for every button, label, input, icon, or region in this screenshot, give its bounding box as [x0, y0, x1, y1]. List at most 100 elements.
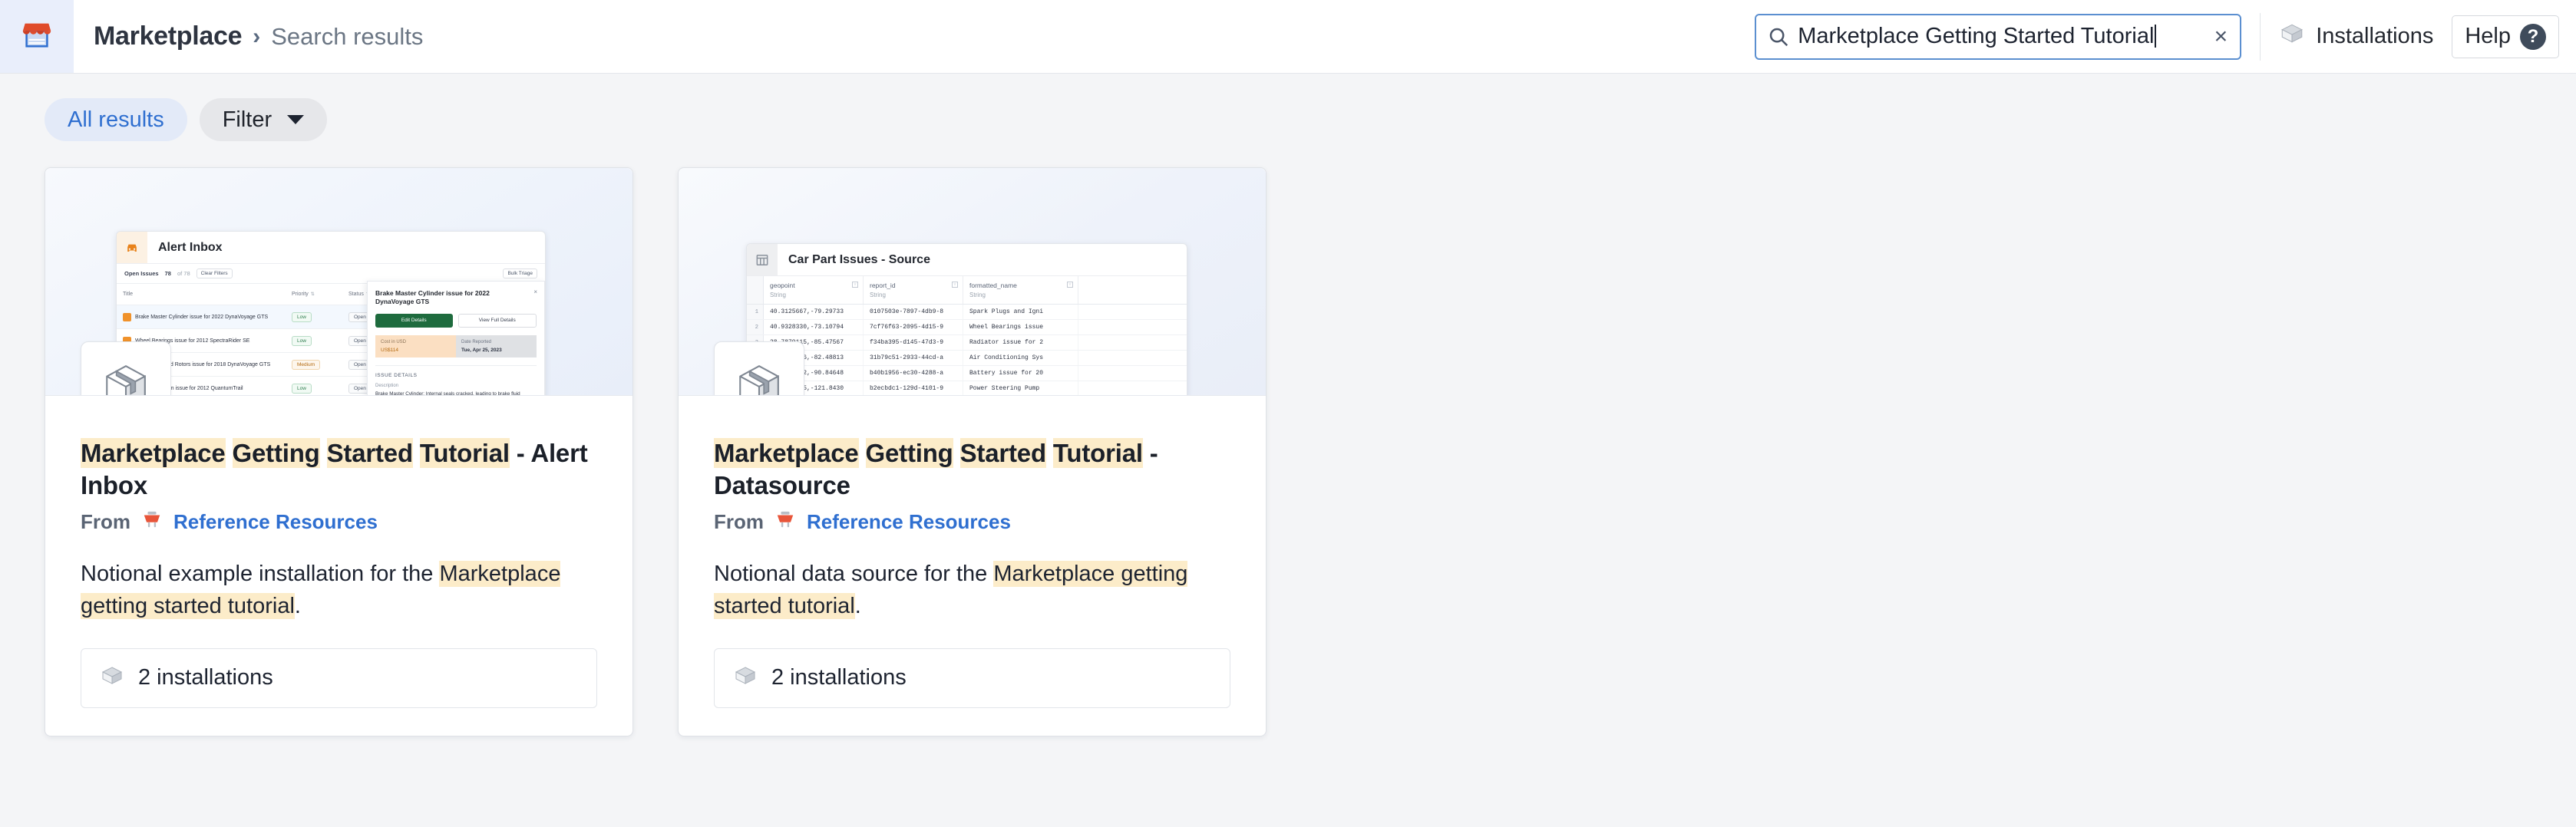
priority-badge: Medium	[292, 359, 321, 370]
clear-search-icon[interactable]: ×	[2207, 25, 2228, 48]
preview-app-title: Alert Inbox	[158, 240, 223, 254]
result-title[interactable]: Marketplace Getting Started Tutorial - A…	[81, 437, 597, 502]
title-highlight: Getting	[232, 438, 320, 468]
header-divider	[2260, 12, 2261, 61]
desc-suffix: .	[294, 593, 301, 618]
from-label: From	[714, 510, 764, 534]
installations-count: 2 installations	[771, 665, 907, 690]
package-icon	[100, 664, 124, 692]
card-thumbnail: Car Part Issues - Source geopoint String…	[679, 168, 1266, 396]
table-row: 5 30.4688542,-90.84648 b40b1956-ec30-428…	[747, 366, 1187, 381]
filter-label: Filter	[222, 107, 272, 132]
preview-header: Car Part Issues - Source	[747, 244, 1187, 276]
column-formatted-name: formatted_name String ▽	[963, 276, 1078, 304]
from-label: From	[81, 510, 130, 534]
all-results-label: All results	[68, 107, 164, 132]
filter-icon: ▽	[952, 282, 958, 288]
chevron-down-icon	[287, 115, 305, 124]
open-issues-label: Open Issues	[124, 270, 159, 277]
tab-all-results[interactable]: All results	[45, 98, 187, 141]
breadcrumb-root[interactable]: Marketplace	[94, 21, 243, 51]
card-content: Marketplace Getting Started Tutorial - D…	[679, 396, 1266, 708]
search-input-value: Marketplace Getting Started Tutorial	[1798, 24, 2155, 48]
sort-icon: ⇅	[310, 292, 315, 297]
result-title[interactable]: Marketplace Getting Started Tutorial - D…	[714, 437, 1230, 502]
edit-details-button: Edit Details	[375, 313, 453, 328]
storefront-icon	[19, 17, 54, 56]
col-priority: Priority ⇅	[292, 292, 315, 297]
app-header: Marketplace › Search results Marketplace…	[0, 0, 2576, 74]
card-content: Marketplace Getting Started Tutorial - A…	[45, 396, 632, 708]
installations-count-box[interactable]: 2 installations	[81, 647, 597, 708]
filter-dropdown[interactable]: Filter	[199, 98, 328, 141]
breadcrumb-leaf: Search results	[271, 22, 424, 50]
priority-badge: Low	[292, 335, 312, 346]
preview-detail-popover: Brake Master Cylinder issue for 2022 Dyn…	[367, 281, 545, 395]
source-link[interactable]: Reference Resources	[807, 510, 1011, 534]
table-row: 4 28.1523816,-82.48813 31b79c51-2933-44c…	[747, 351, 1187, 366]
title-highlight: Tutorial	[1052, 438, 1143, 468]
chevron-right-icon: ›	[253, 23, 261, 49]
desc-prefix: Notional data source for the	[714, 562, 994, 587]
title-highlight: Marketplace	[714, 438, 859, 468]
car-icon	[117, 232, 147, 263]
marketplace-logo[interactable]	[0, 0, 74, 73]
col-title: Title	[123, 292, 133, 297]
search-results-grid: Alert Inbox Open Issues 78 of 78 Clear F…	[0, 141, 2576, 736]
table-row: 2 40.9328330,-73.10794 7cf76f63-2095-4d1…	[747, 320, 1187, 335]
preview-body: geopoint String ▽ report_id String ▽ for…	[747, 276, 1187, 395]
filter-icon: ▽	[852, 282, 858, 288]
priority-badge: Low	[292, 311, 312, 322]
close-icon: ×	[533, 288, 537, 295]
column-geopoint: geopoint String ▽	[764, 276, 864, 304]
search-icon	[1767, 25, 1790, 48]
open-issues-count: 78	[164, 270, 171, 277]
search-box[interactable]: Marketplace Getting Started Tutorial ×	[1755, 13, 2242, 60]
title-highlight: Getting	[865, 438, 953, 468]
package-icon	[2279, 21, 2305, 53]
cost-value: US$114	[381, 347, 399, 353]
open-issues-of: of 78	[177, 270, 190, 277]
card-thumbnail: Alert Inbox Open Issues 78 of 78 Clear F…	[45, 168, 632, 396]
package-icon	[733, 664, 758, 692]
preview-table-header: geopoint String ▽ report_id String ▽ for…	[747, 276, 1187, 305]
question-mark-icon: ?	[2520, 23, 2546, 50]
header-actions: Marketplace Getting Started Tutorial × I…	[1755, 12, 2576, 61]
result-card[interactable]: Car Part Issues - Source geopoint String…	[678, 167, 1267, 736]
table-icon	[747, 244, 778, 275]
help-button[interactable]: Help ?	[2452, 15, 2559, 58]
title-highlight: Marketplace	[81, 438, 226, 468]
result-description: Notional data source for the Marketplace…	[714, 558, 1230, 621]
title-highlight: Started	[326, 438, 413, 468]
thumbnail-app-preview: Car Part Issues - Source geopoint String…	[746, 243, 1187, 395]
source-link[interactable]: Reference Resources	[173, 510, 378, 534]
thumbnail-app-preview: Alert Inbox Open Issues 78 of 78 Clear F…	[116, 231, 546, 395]
table-row: 3 38.7879115,-85.47567 f34ba395-d145-47d…	[747, 335, 1187, 351]
plug-icon	[774, 510, 797, 534]
filter-icon: ▽	[1067, 282, 1073, 288]
preview-header: Alert Inbox	[117, 232, 545, 264]
breadcrumb: Marketplace › Search results	[94, 21, 423, 51]
view-full-details-button: View Full Details	[457, 313, 537, 328]
table-row: 1 40.3125667,-79.29733 0107503e-7897-4db…	[747, 305, 1187, 320]
issue-details-heading: ISSUE DETAILS	[375, 364, 537, 378]
table-row: 6 47.9791235,-121.8430 b2ecbdc1-129d-410…	[747, 381, 1187, 395]
title-highlight: Tutorial	[419, 438, 510, 468]
result-source: From Reference Resources	[81, 510, 597, 534]
date-reported-label: Date Reported	[461, 339, 492, 344]
text-caret	[2155, 25, 2157, 48]
installations-count-box[interactable]: 2 installations	[714, 647, 1230, 708]
column-report-id: report_id String ▽	[864, 276, 963, 304]
installations-count: 2 installations	[138, 665, 273, 690]
filter-bar: All results Filter	[0, 74, 2576, 141]
package-3d-icon	[714, 341, 804, 395]
installations-link[interactable]: Installations	[2279, 21, 2433, 53]
search-input[interactable]: Marketplace Getting Started Tutorial	[1798, 24, 2206, 49]
result-card[interactable]: Alert Inbox Open Issues 78 of 78 Clear F…	[45, 167, 633, 736]
priority-badge: Low	[292, 383, 312, 394]
desc-prefix: Notional example installation for the	[81, 562, 440, 587]
description-label: Description	[375, 383, 399, 388]
result-description: Notional example installation for the Ma…	[81, 558, 597, 621]
row-gutter	[747, 276, 764, 304]
plug-icon	[140, 510, 163, 534]
